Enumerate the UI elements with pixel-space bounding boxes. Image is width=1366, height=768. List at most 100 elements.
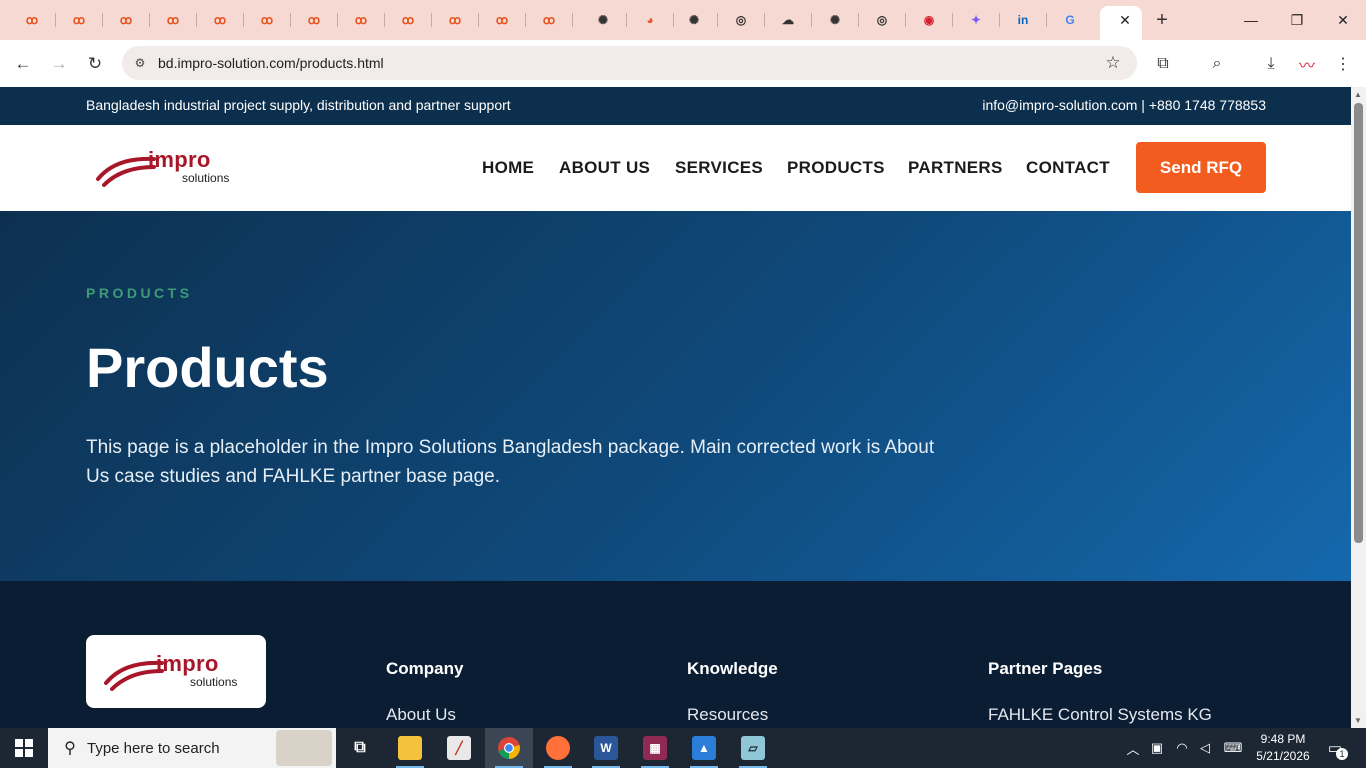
browser-toolbar: ← → ↻ ⚙ bd.impro-solution.com/products.h…	[0, 40, 1366, 87]
browser-tab[interactable]: ꝏ	[113, 8, 139, 32]
browser-tab[interactable]: ꝏ	[66, 8, 92, 32]
firefox-button[interactable]	[534, 728, 582, 768]
browser-tab[interactable]: ꝏ	[207, 8, 233, 32]
nav-services[interactable]: SERVICES	[675, 158, 763, 178]
footer-link-resources[interactable]: Resources	[687, 705, 768, 725]
copilot-tab-icon: ꝏ	[495, 13, 509, 27]
copilot-tab-icon: ꝏ	[542, 13, 556, 27]
browser-tab[interactable]: ✺	[590, 8, 616, 32]
copilot-tab-icon: ꝏ	[119, 13, 133, 27]
gemini-tab-icon: ✦	[970, 13, 982, 27]
scrollbar-thumb[interactable]	[1354, 103, 1363, 543]
browser-tab[interactable]: ꝏ	[442, 8, 468, 32]
tray-overflow-icon[interactable]: ︿	[1124, 728, 1142, 768]
site-footer: impro solutions Company About Us Knowled…	[0, 581, 1351, 728]
extensions-icon[interactable]: ⧉	[1151, 52, 1175, 76]
minimize-icon[interactable]: ―	[1238, 8, 1264, 32]
graph-app-icon: ╱	[447, 736, 471, 760]
notifications-button[interactable]: ▭ 1	[1322, 736, 1348, 760]
tab-separator	[626, 13, 627, 27]
browser-tab[interactable]: ◎	[728, 8, 754, 32]
nav-about-us[interactable]: ABOUT US	[559, 158, 650, 178]
site-info-icon[interactable]: ⚙	[130, 53, 150, 73]
footer-link-about-us[interactable]: About Us	[386, 705, 456, 725]
back-button[interactable]: ←	[10, 51, 36, 77]
app-button-graph[interactable]: ╱	[435, 728, 483, 768]
cloud-tab-icon: ☁	[782, 13, 794, 27]
winrar-button[interactable]: ▦	[631, 728, 679, 768]
footer-logo[interactable]: impro solutions	[86, 635, 266, 708]
browser-tab[interactable]: ◕	[637, 8, 663, 32]
tab-separator	[572, 13, 573, 27]
nav-products[interactable]: PRODUCTS	[787, 158, 885, 178]
browser-tab[interactable]: ◎	[869, 8, 895, 32]
tab-separator	[196, 13, 197, 27]
search-placeholder: Type here to search	[87, 740, 220, 757]
scroll-up-icon[interactable]: ▲	[1354, 90, 1362, 99]
tab-separator	[384, 13, 385, 27]
profile-extension-icon[interactable]: 〰	[1295, 52, 1319, 76]
browser-tab[interactable]: ꝏ	[395, 8, 421, 32]
logo-swoosh-icon	[104, 660, 164, 691]
site-logo[interactable]: impro solutions	[96, 147, 236, 191]
photos-icon: ▲	[692, 736, 716, 760]
forward-button[interactable]: →	[46, 51, 72, 77]
bookmark-star-icon[interactable]: ☆	[1103, 53, 1123, 73]
red-swoosh-tab-icon: ◉	[923, 13, 935, 27]
menu-icon[interactable]: ⋮	[1331, 52, 1355, 76]
chrome-tab-icon: ◎	[735, 13, 747, 27]
close-tab-icon[interactable]: ✕	[1117, 10, 1133, 30]
browser-tab[interactable]: ꝏ	[254, 8, 280, 32]
start-button[interactable]	[0, 728, 48, 768]
page-title: Products	[86, 336, 329, 399]
tab-separator	[811, 13, 812, 27]
footer-link-fahlke[interactable]: FAHLKE Control Systems KG	[988, 705, 1212, 725]
search-icon: ⚲	[64, 740, 76, 757]
browser-tab[interactable]: ꝏ	[489, 8, 515, 32]
browser-tab[interactable]: ꝏ	[301, 8, 327, 32]
word-button[interactable]: W	[582, 728, 630, 768]
tab-separator	[243, 13, 244, 27]
page-scrollbar[interactable]: ▲ ▼	[1351, 87, 1366, 728]
browser-tab[interactable]: ☁	[775, 8, 801, 32]
browser-tab[interactable]: ꝏ	[160, 8, 186, 32]
taskbar-clock[interactable]: 9:48 PM 5/21/2026	[1250, 731, 1316, 765]
word-icon: W	[594, 736, 618, 760]
browser-tab[interactable]: ◉	[916, 8, 942, 32]
taskbar-search[interactable]: ⚲ Type here to search	[48, 728, 336, 768]
browser-tab[interactable]: ꝏ	[536, 8, 562, 32]
tab-search-icon[interactable]: ⌕	[1205, 52, 1229, 76]
tab-separator	[149, 13, 150, 27]
keyboard-icon[interactable]: ⌨	[1220, 728, 1246, 768]
app-button-notes[interactable]: ▱	[729, 728, 777, 768]
file-explorer-button[interactable]	[386, 728, 434, 768]
send-rfq-button[interactable]: Send RFQ	[1136, 142, 1266, 193]
volume-muted-icon[interactable]: ◁	[1196, 728, 1214, 768]
browser-tab[interactable]: ✦	[963, 8, 989, 32]
footer-logo-wordmark: impro	[156, 651, 219, 676]
meet-now-icon[interactable]: ▣	[1148, 728, 1166, 768]
browser-tab[interactable]: G	[1057, 8, 1083, 32]
scroll-down-icon[interactable]: ▼	[1354, 716, 1362, 725]
photos-button[interactable]: ▲	[680, 728, 728, 768]
reload-button[interactable]: ↻	[82, 51, 108, 77]
browser-tab[interactable]: ꝏ	[19, 8, 45, 32]
downloads-icon[interactable]: ⤓	[1259, 52, 1283, 76]
browser-tab[interactable]: ✺	[822, 8, 848, 32]
nav-contact[interactable]: CONTACT	[1026, 158, 1110, 178]
close-window-icon[interactable]: ✕	[1330, 8, 1356, 32]
new-tab-button[interactable]: +	[1151, 8, 1173, 32]
address-bar[interactable]: ⚙ bd.impro-solution.com/products.html ☆	[122, 46, 1137, 80]
windows-logo-icon	[15, 739, 33, 757]
nav-home[interactable]: HOME	[482, 158, 534, 178]
network-icon[interactable]: ◠	[1172, 728, 1192, 768]
tab-separator	[999, 13, 1000, 27]
nav-partners[interactable]: PARTNERS	[908, 158, 1003, 178]
browser-tab[interactable]: ✺	[681, 8, 707, 32]
browser-tab[interactable]: ꝏ	[348, 8, 374, 32]
browser-tab[interactable]: in	[1010, 8, 1036, 32]
chrome-tab-icon: ◎	[876, 13, 888, 27]
task-view-button[interactable]: ⧉	[336, 728, 384, 768]
restore-icon[interactable]: ❐	[1284, 8, 1310, 32]
chrome-button[interactable]	[485, 728, 533, 768]
